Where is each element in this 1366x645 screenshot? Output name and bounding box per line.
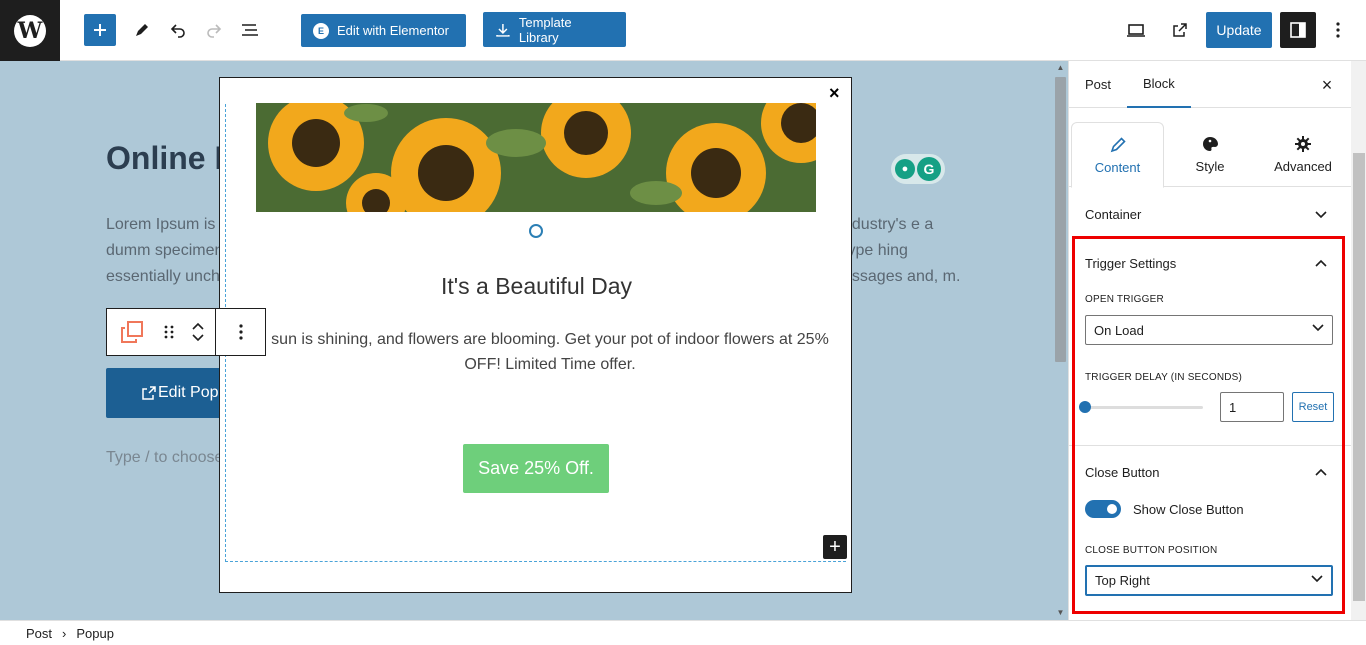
carousel-dot[interactable] — [529, 224, 543, 238]
tab-advanced-label: Advanced — [1274, 159, 1332, 174]
add-block-button[interactable] — [84, 14, 116, 46]
elementor-icon: E — [313, 22, 329, 39]
drag-handle[interactable] — [157, 309, 181, 355]
document-overview-button[interactable] — [234, 14, 266, 46]
template-library-button[interactable]: Template Library — [483, 12, 626, 47]
block-type-button[interactable] — [107, 309, 157, 355]
block-toolbar — [106, 308, 266, 356]
tab-block[interactable]: Block — [1127, 61, 1191, 108]
options-menu-button[interactable] — [1322, 14, 1354, 46]
scroll-up-arrow-icon[interactable]: ▲ — [1055, 63, 1066, 73]
view-post-button[interactable] — [1164, 14, 1196, 46]
canvas-scrollbar[interactable]: ▲ ▼ — [1053, 61, 1068, 620]
popup-close-button[interactable]: × — [829, 83, 840, 104]
popup-heading[interactable]: It's a Beautiful Day — [220, 273, 853, 300]
drag-handle-icon — [164, 325, 174, 339]
external-link-icon — [142, 386, 156, 400]
paragraph-block-right[interactable]: ndustry's e a type hing assages and, m. — [843, 212, 963, 290]
edit-with-elementor-button[interactable]: E Edit with Elementor — [301, 14, 466, 47]
grammarly-widget[interactable]: ● G — [891, 154, 945, 184]
breadcrumb: Post › Popup — [0, 620, 1366, 645]
chevron-down-icon — [1313, 207, 1329, 223]
undo-icon — [170, 24, 185, 38]
popup-text[interactable]: sun is shining, and flowers are blooming… — [260, 327, 840, 377]
lightbulb-icon: ● — [895, 159, 915, 179]
tab-style-label: Style — [1195, 159, 1225, 174]
edit-with-elementor-label: Edit with Elementor — [337, 23, 449, 38]
palette-icon — [1203, 137, 1218, 151]
more-vertical-icon — [1336, 22, 1340, 38]
more-vertical-icon — [238, 324, 243, 340]
block-options-button[interactable] — [215, 309, 265, 355]
tab-post[interactable]: Post — [1085, 61, 1111, 108]
editor-top-toolbar: W E Edit with Elementor Template Library… — [0, 0, 1366, 61]
tab-content[interactable]: Content — [1071, 122, 1164, 188]
external-link-icon — [1173, 23, 1187, 37]
laptop-icon — [1127, 24, 1145, 37]
settings-sidebar: Post Block × Content Style Advanced Cont… — [1068, 61, 1366, 620]
pencil-icon — [136, 24, 148, 36]
add-inner-block-button[interactable]: + — [823, 535, 847, 559]
sidebar-scrollbar-thumb[interactable] — [1353, 153, 1365, 601]
breadcrumb-separator-icon: › — [62, 625, 67, 641]
popup-block-icon — [121, 321, 143, 343]
pencil-icon — [1110, 136, 1126, 152]
plus-icon — [94, 24, 106, 36]
annotation-highlight-box — [1072, 236, 1345, 614]
canvas-scrollbar-thumb[interactable] — [1055, 77, 1066, 362]
editor-canvas: Online I Lorem Ipsum is standard dumm sp… — [0, 61, 1068, 620]
wordpress-logo-icon: W — [14, 14, 46, 47]
popup-modal[interactable]: × It's a Beautiful Day sun is shining, a… — [219, 77, 852, 593]
tab-advanced[interactable]: Advanced — [1257, 122, 1349, 187]
tools-button[interactable] — [126, 14, 158, 46]
tab-content-label: Content — [1094, 159, 1141, 175]
container-panel-title: Container — [1085, 207, 1142, 222]
breadcrumb-item-popup[interactable]: Popup — [76, 626, 114, 641]
breadcrumb-item-post[interactable]: Post — [26, 626, 52, 641]
sunflowers-illustration — [256, 103, 816, 212]
redo-button[interactable] — [198, 14, 230, 46]
update-button[interactable]: Update — [1206, 12, 1272, 48]
edit-popup-label: Edit Pop — [158, 384, 219, 401]
container-panel-header[interactable]: Container — [1069, 187, 1351, 237]
grammarly-icon: G — [917, 157, 941, 181]
close-sidebar-button[interactable]: × — [1315, 73, 1339, 97]
sidebar-tabs: Post Block × — [1069, 61, 1351, 108]
move-buttons[interactable] — [181, 309, 215, 355]
sidebar-scrollbar[interactable] — [1351, 61, 1366, 620]
tab-style[interactable]: Style — [1169, 122, 1251, 187]
undo-button[interactable] — [162, 14, 194, 46]
download-icon — [496, 23, 510, 37]
chevron-up-icon[interactable] — [192, 322, 204, 330]
post-title[interactable]: Online I — [106, 140, 223, 177]
chevron-down-icon[interactable] — [192, 334, 204, 342]
sidebar-icon — [1290, 22, 1306, 38]
template-library-label: Template Library — [518, 14, 572, 45]
block-settings-tabs: Content Style Advanced — [1069, 122, 1351, 188]
wordpress-logo-button[interactable]: W — [0, 0, 60, 61]
scroll-down-arrow-icon[interactable]: ▼ — [1055, 608, 1066, 618]
block-appender-placeholder[interactable]: Type / to choose — [106, 449, 223, 467]
settings-toggle-button[interactable] — [1280, 12, 1316, 48]
preview-button[interactable] — [1120, 14, 1152, 46]
gear-icon — [1295, 136, 1311, 152]
redo-icon — [207, 24, 222, 38]
save-offer-button[interactable]: Save 25% Off. — [463, 444, 609, 493]
list-view-icon — [242, 24, 258, 36]
sunflowers-image[interactable] — [256, 103, 816, 212]
